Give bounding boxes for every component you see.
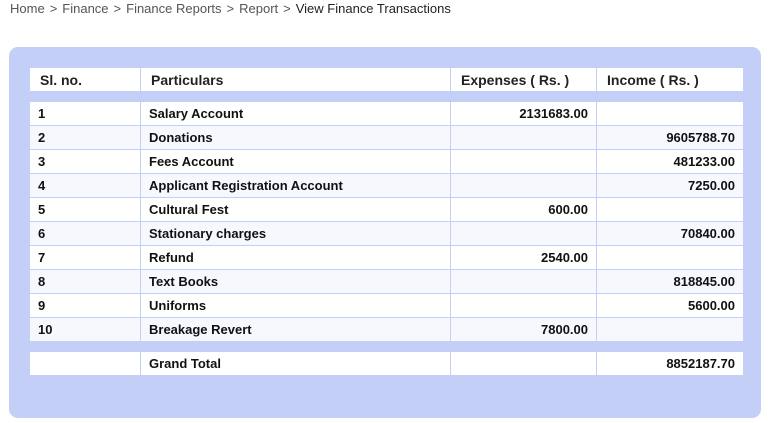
- table-row: 4 Applicant Registration Account 7250.00: [29, 173, 744, 198]
- row-expense: 2131683.00: [450, 101, 597, 126]
- breadcrumb-finance-reports-link[interactable]: Finance Reports: [126, 1, 221, 16]
- row-particular: Applicant Registration Account: [140, 173, 451, 198]
- breadcrumb-separator: >: [226, 1, 235, 16]
- table-spacer: [29, 91, 744, 102]
- row-income: [596, 317, 744, 342]
- row-sl-no: 1: [29, 101, 141, 126]
- table-row: 10 Breakage Revert 7800.00: [29, 317, 744, 342]
- row-expense: [450, 269, 597, 294]
- table-row: 5 Cultural Fest 600.00: [29, 197, 744, 222]
- table-header-row: Sl. no. Particulars Expenses ( Rs. ) Inc…: [29, 67, 744, 92]
- header-income: Income ( Rs. ): [596, 67, 744, 92]
- breadcrumb-separator: >: [283, 1, 291, 16]
- row-sl-no: 6: [29, 221, 141, 246]
- row-income: 818845.00: [596, 269, 744, 294]
- row-particular: Refund: [140, 245, 451, 270]
- row-income: [596, 245, 744, 270]
- row-particular: Salary Account: [140, 101, 451, 126]
- row-expense: 2540.00: [450, 245, 597, 270]
- row-sl-no: 7: [29, 245, 141, 270]
- row-particular: Breakage Revert: [140, 317, 451, 342]
- breadcrumb-separator: >: [113, 1, 122, 16]
- row-sl-no: 3: [29, 149, 141, 174]
- header-expenses: Expenses ( Rs. ): [450, 67, 597, 92]
- finance-transactions-table: Sl. no. Particulars Expenses ( Rs. ) Inc…: [29, 67, 744, 376]
- row-income: [596, 197, 744, 222]
- table-row: 1 Salary Account 2131683.00: [29, 101, 744, 126]
- grand-total-label: Grand Total: [140, 351, 451, 376]
- row-expense: [450, 221, 597, 246]
- row-expense: 600.00: [450, 197, 597, 222]
- breadcrumb-report-link[interactable]: Report: [239, 1, 278, 16]
- row-sl-no: 4: [29, 173, 141, 198]
- table-spacer: [29, 341, 744, 352]
- row-particular: Stationary charges: [140, 221, 451, 246]
- table-row: 6 Stationary charges 70840.00: [29, 221, 744, 246]
- row-expense: [450, 173, 597, 198]
- breadcrumb-home-link[interactable]: Home: [10, 1, 45, 16]
- row-income: 481233.00: [596, 149, 744, 174]
- table-row: 7 Refund 2540.00: [29, 245, 744, 270]
- row-expense: 7800.00: [450, 317, 597, 342]
- breadcrumb-finance-link[interactable]: Finance: [62, 1, 108, 16]
- row-expense: [450, 149, 597, 174]
- row-expense: [450, 293, 597, 318]
- row-income: 5600.00: [596, 293, 744, 318]
- row-sl-no: 9: [29, 293, 141, 318]
- grand-total-row: Grand Total 8852187.70: [29, 351, 744, 376]
- breadcrumb-separator: >: [49, 1, 58, 16]
- row-particular: Uniforms: [140, 293, 451, 318]
- row-particular: Cultural Fest: [140, 197, 451, 222]
- row-particular: Text Books: [140, 269, 451, 294]
- breadcrumb: Home > Finance > Finance Reports > Report > View…: [10, 1, 451, 16]
- table-row: 3 Fees Account 481233.00: [29, 149, 744, 174]
- table-row: 8 Text Books 818845.00: [29, 269, 744, 294]
- row-sl-no: 8: [29, 269, 141, 294]
- row-particular: Fees Account: [140, 149, 451, 174]
- table-row: 2 Donations 9605788.70: [29, 125, 744, 150]
- row-income: 7250.00: [596, 173, 744, 198]
- row-income: 70840.00: [596, 221, 744, 246]
- table-row: 9 Uniforms 5600.00: [29, 293, 744, 318]
- breadcrumb-current-page: View Finance Transactions: [295, 1, 451, 16]
- grand-total-income: 8852187.70: [596, 351, 744, 376]
- header-sl-no: Sl. no.: [29, 67, 141, 92]
- row-sl-no: 5: [29, 197, 141, 222]
- row-particular: Donations: [140, 125, 451, 150]
- grand-total-expense: [450, 351, 597, 376]
- row-income: 9605788.70: [596, 125, 744, 150]
- row-income: [596, 101, 744, 126]
- header-particulars: Particulars: [140, 67, 451, 92]
- row-expense: [450, 125, 597, 150]
- table-body: 1 Salary Account 2131683.00 2 Donations 96057…: [29, 91, 744, 376]
- row-sl-no: 10: [29, 317, 141, 342]
- total-sl-no-empty: [29, 351, 141, 376]
- row-sl-no: 2: [29, 125, 141, 150]
